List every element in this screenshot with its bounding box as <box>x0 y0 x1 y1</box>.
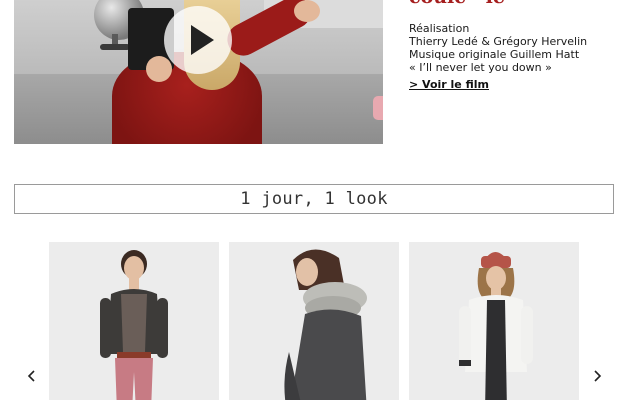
look-card[interactable] <box>229 242 399 400</box>
carousel-next-button[interactable] <box>587 364 607 388</box>
look-section-title-box: 1 jour, 1 look <box>14 184 614 214</box>
video-background-object <box>373 96 383 120</box>
credit-line: « I’ll never let you down » <box>409 61 552 74</box>
look-card[interactable] <box>49 242 219 400</box>
play-button[interactable] <box>164 6 232 74</box>
credit-line: Musique originale Guillem Hatt <box>409 48 580 61</box>
credit-line: Réalisation <box>409 22 470 35</box>
video-heading-partial: coulc’ ‘lé <box>409 0 505 8</box>
play-icon <box>191 25 214 55</box>
chevron-right-icon <box>594 370 602 382</box>
look-photo-grey-dress-snood-icon <box>229 242 399 400</box>
video-person-hand <box>294 0 320 22</box>
look-photo-grey-cardigan-pink-trousers-icon <box>49 242 219 400</box>
carousel-prev-button[interactable] <box>22 364 42 388</box>
chevron-left-icon <box>27 370 35 382</box>
credit-line: Thierry Ledé & Grégory Hervelin <box>409 35 588 48</box>
watch-film-link[interactable]: > Voir le film <box>409 78 489 91</box>
look-photo-white-jacket-red-beanie-icon <box>409 242 579 400</box>
video-thumbnail[interactable] <box>14 0 383 144</box>
look-section-title: 1 jour, 1 look <box>240 189 388 209</box>
look-card[interactable] <box>409 242 579 400</box>
video-lamp-base <box>100 44 130 50</box>
